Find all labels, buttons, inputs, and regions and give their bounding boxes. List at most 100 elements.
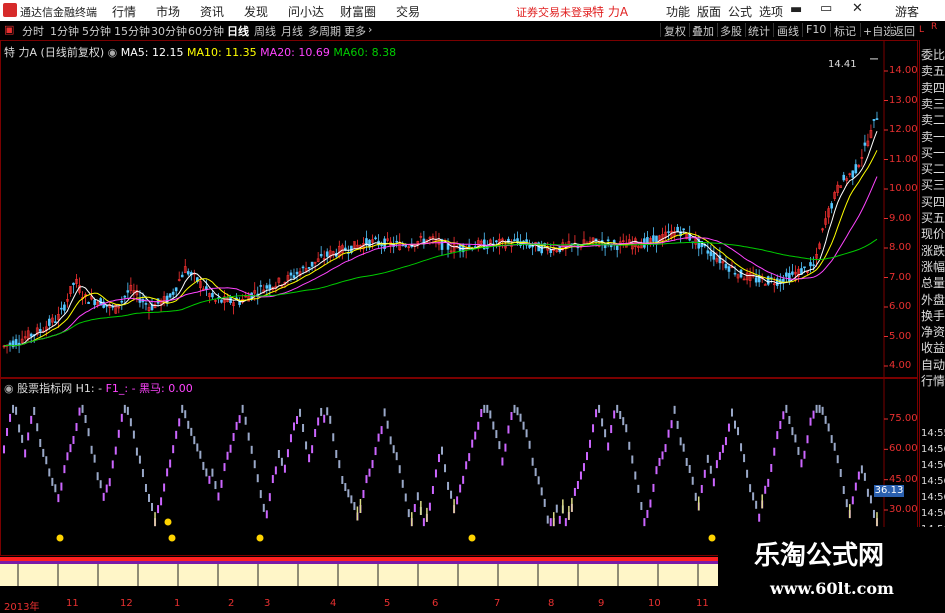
date-tick-label: 9 bbox=[598, 598, 605, 609]
menu-discover[interactable]: 发现 bbox=[244, 3, 268, 20]
candle-body bbox=[87, 301, 90, 304]
candle-body bbox=[307, 266, 311, 269]
trade-time-label: 14:56 bbox=[921, 460, 945, 471]
quote-field-label: 卖四 bbox=[921, 80, 945, 95]
quote-field-label: 卖五 bbox=[921, 64, 945, 79]
toolbar-divider bbox=[890, 23, 891, 37]
period-timeshare[interactable]: 分时 bbox=[22, 23, 44, 39]
button-draw[interactable]: 画线 bbox=[777, 23, 799, 39]
candle-body bbox=[395, 240, 398, 243]
menu-formula[interactable]: 公式 bbox=[728, 3, 752, 20]
candle-body bbox=[446, 243, 450, 250]
candle-body bbox=[766, 276, 770, 285]
toolbar-divider bbox=[860, 23, 861, 37]
quote-field-label[interactable]: 行情 bbox=[921, 372, 945, 389]
quote-field-label: 净资 bbox=[921, 325, 945, 340]
indicator-f1: F1_: - bbox=[105, 382, 136, 395]
quote-field-label: 涨幅 bbox=[921, 259, 945, 274]
lr-toggle[interactable]: L R bbox=[917, 21, 945, 40]
period-toolbar: ▣ 分时 1分钟 5分钟 15分钟 30分钟 60分钟 日线 周线 月线 多周期… bbox=[0, 21, 945, 41]
toolbar-divider bbox=[802, 23, 803, 37]
chevron-right-icon[interactable]: › bbox=[368, 23, 372, 36]
indicator-tick-label: 30.00 bbox=[889, 504, 918, 515]
quote-field-label[interactable]: 自动 bbox=[921, 356, 945, 373]
candle-body bbox=[211, 292, 214, 298]
button-adjust[interactable]: 复权 bbox=[664, 23, 686, 39]
heima-signal-dot bbox=[164, 518, 172, 526]
candle-body bbox=[652, 235, 655, 242]
menu-layout[interactable]: 版面 bbox=[697, 3, 721, 20]
menu-ask[interactable]: 问小达 bbox=[288, 3, 324, 20]
button-multistock[interactable]: 多股 bbox=[720, 23, 742, 39]
menu-news[interactable]: 资讯 bbox=[200, 3, 224, 20]
price-tick-label: 10.00 bbox=[889, 183, 918, 194]
menu-market[interactable]: 行情 bbox=[112, 3, 136, 20]
candle-body bbox=[754, 277, 758, 283]
period-monthly[interactable]: 月线 bbox=[281, 23, 303, 39]
heima-signal-dot bbox=[708, 534, 716, 542]
date-tick-label: 8 bbox=[548, 598, 555, 609]
period-more[interactable]: 更多 bbox=[344, 23, 366, 39]
period-multi[interactable]: 多周期 bbox=[308, 23, 341, 39]
candle-body bbox=[775, 278, 779, 286]
period-15min[interactable]: 15分钟 bbox=[114, 23, 150, 39]
candle-body bbox=[171, 291, 175, 295]
candle-body bbox=[606, 239, 610, 242]
quote-field-label: 总量 bbox=[921, 276, 945, 291]
button-back[interactable]: 返回 bbox=[893, 23, 915, 39]
candle-body bbox=[295, 271, 299, 275]
price-tick-label: 4.00 bbox=[889, 360, 912, 371]
date-tick-label: 2 bbox=[228, 598, 235, 609]
login-status: 证券交易未登录 bbox=[516, 6, 593, 19]
chart-grid bbox=[0, 40, 918, 595]
candle-body bbox=[676, 226, 679, 232]
date-tick-label: 11 bbox=[696, 598, 709, 609]
period-daily[interactable]: 日线 bbox=[227, 23, 249, 39]
guest-button[interactable]: 游客 bbox=[895, 3, 919, 20]
candle-body bbox=[682, 228, 685, 231]
button-overlay[interactable]: 叠加 bbox=[692, 23, 714, 39]
period-60min[interactable]: 60分钟 bbox=[188, 23, 224, 39]
indicator-series bbox=[3, 404, 878, 542]
period-30min[interactable]: 30分钟 bbox=[151, 23, 187, 39]
quote-field-label: 现价 bbox=[921, 227, 945, 242]
date-tick-label: 1 bbox=[174, 598, 181, 609]
trade-time-label: 14:55 bbox=[921, 428, 945, 439]
button-mark[interactable]: 标记 bbox=[834, 23, 856, 39]
menu-exchange[interactable]: 市场 bbox=[156, 3, 180, 20]
button-f10[interactable]: F10 bbox=[806, 23, 826, 36]
candle-body bbox=[319, 253, 323, 257]
indicator-settings-icon[interactable]: ◉ bbox=[4, 382, 14, 395]
menu-wealth[interactable]: 财富圈 bbox=[340, 3, 376, 20]
maximize-icon[interactable]: ▭ bbox=[820, 1, 832, 16]
quote-field-label: 买三 bbox=[921, 178, 945, 193]
candle-body bbox=[842, 174, 846, 181]
indicator-name[interactable]: 股票指标网 bbox=[17, 382, 72, 395]
date-tick-label: 5 bbox=[384, 598, 391, 609]
quote-field-label: 卖三 bbox=[921, 96, 945, 111]
quote-field-label: 委比 bbox=[921, 48, 945, 62]
menu-trade[interactable]: 交易 bbox=[396, 3, 420, 20]
minimize-icon[interactable]: ▬ bbox=[790, 2, 802, 17]
period-5min[interactable]: 5分钟 bbox=[82, 23, 111, 39]
period-weekly[interactable]: 周线 bbox=[254, 23, 276, 39]
menu-options[interactable]: 选项 bbox=[759, 3, 783, 20]
candle-body bbox=[791, 271, 794, 275]
kline-chart[interactable] bbox=[0, 40, 918, 609]
app-logo-icon bbox=[3, 3, 17, 17]
price-tick-label: 7.00 bbox=[889, 271, 912, 283]
button-stats[interactable]: 统计 bbox=[748, 23, 770, 39]
price-tick-label: 5.00 bbox=[889, 330, 912, 342]
date-tick-label: 12 bbox=[120, 598, 133, 609]
price-tick-label: 11.00 bbox=[889, 153, 918, 165]
quote-field-label: 外盘 bbox=[921, 292, 945, 307]
candle-body bbox=[292, 275, 296, 279]
period-1min[interactable]: 1分钟 bbox=[50, 23, 79, 39]
candle-body bbox=[180, 274, 184, 278]
close-icon[interactable]: ✕ bbox=[852, 1, 863, 16]
candle-body bbox=[268, 284, 272, 290]
candle-body bbox=[144, 303, 148, 305]
candle-body bbox=[48, 318, 51, 326]
watermark: 乐淘公式网 www.60lt.com bbox=[718, 527, 945, 609]
menu-function[interactable]: 功能 bbox=[666, 3, 690, 20]
